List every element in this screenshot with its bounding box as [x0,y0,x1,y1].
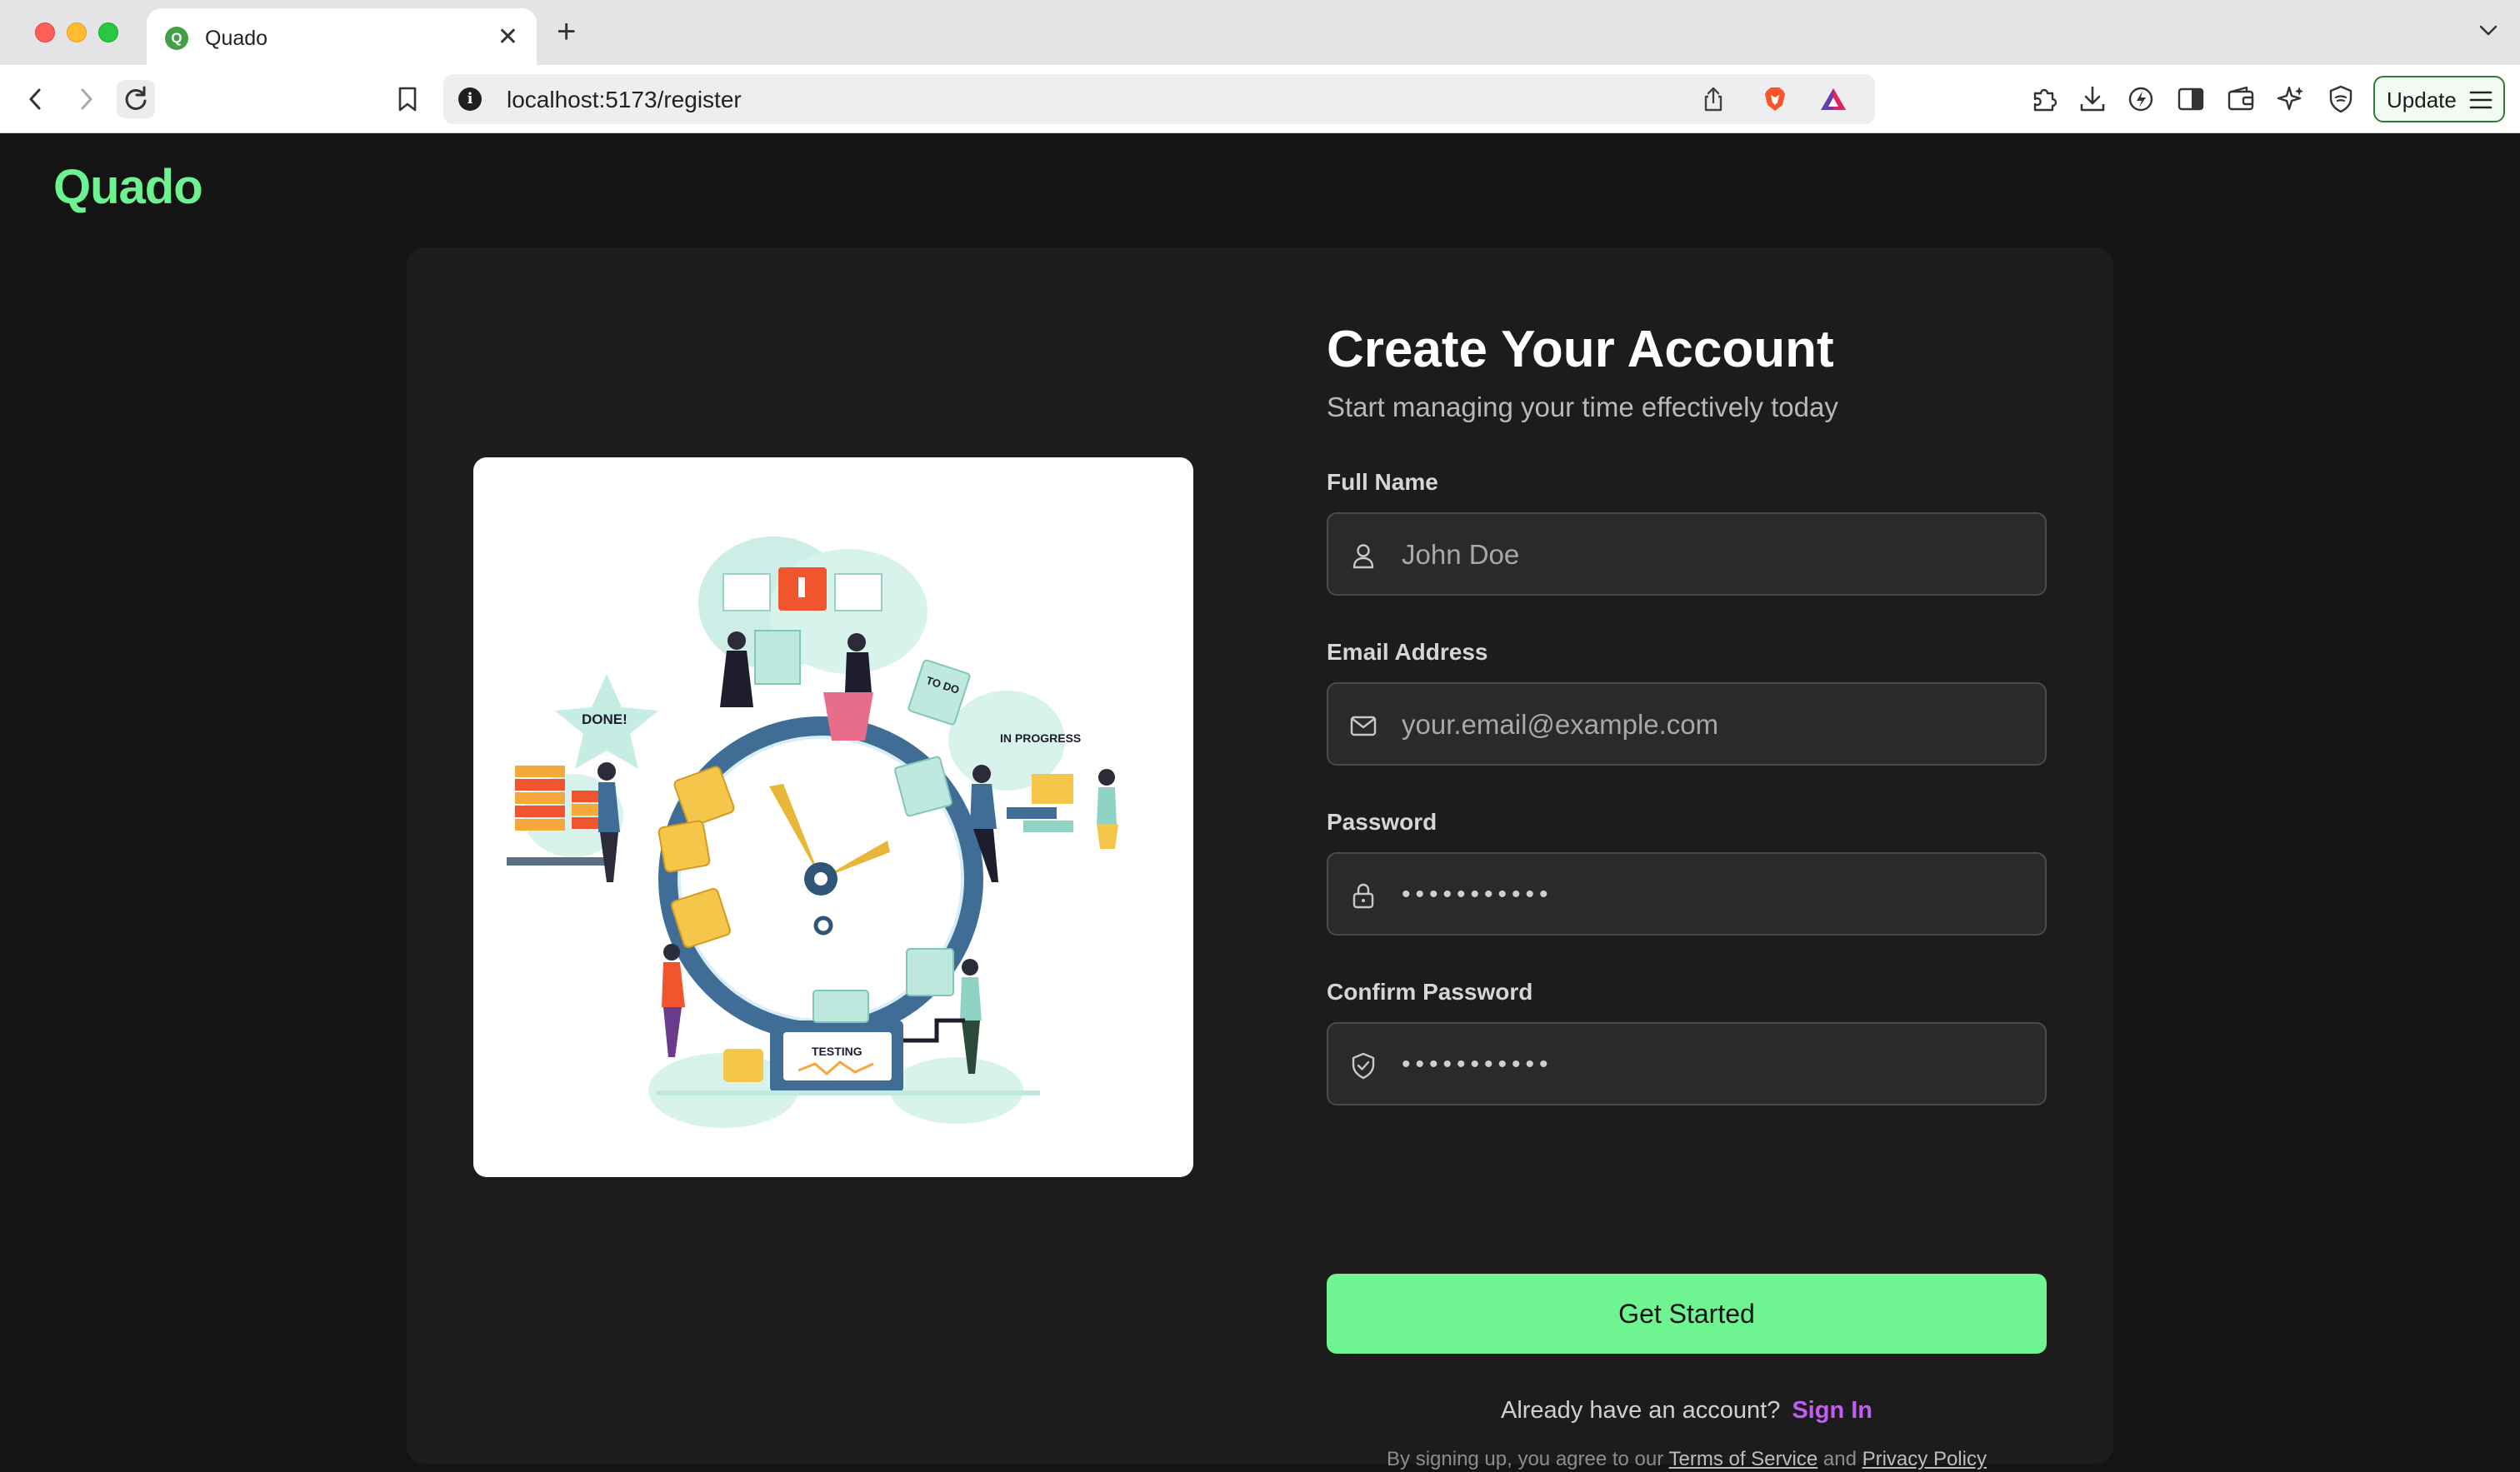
signin-prompt: Already have an account? [1500,1397,1781,1424]
update-button-label: Update [2387,87,2457,112]
address-bar[interactable]: i localhost:5173/register [443,74,1875,124]
page-subtitle: Start managing your time effectively tod… [1327,392,1838,422]
illustration-label-done: DONE! [582,711,628,727]
window-close-button[interactable] [35,22,55,42]
email-input[interactable] [1402,704,2018,746]
user-icon [1352,544,1374,569]
speedreader-icon[interactable] [2123,82,2158,117]
email-label: Email Address [1327,639,1488,665]
page-body: Quado DONE! TO DO IN PROGRESS TESTING Cr… [0,134,2520,1470]
wallet-icon[interactable] [2223,82,2258,117]
extensions-puzzle-icon[interactable] [2027,82,2062,117]
terms-and: and [1822,1448,1857,1470]
signin-link[interactable]: Sign In [1792,1397,1872,1424]
signin-row: Already have an account? Sign In [1327,1395,2047,1425]
url-text[interactable]: localhost:5173/register [507,87,742,112]
lock-icon [1352,883,1374,909]
tab-favicon-icon: Q [165,27,188,50]
terms-prefix: By signing up, you agree to our [1387,1448,1664,1470]
confirm-password-input[interactable] [1402,1044,2018,1085]
share-icon[interactable] [1698,84,1728,114]
back-arrow-icon[interactable] [17,80,55,118]
shield-check-icon [1352,1052,1375,1080]
illustration-panel: DONE! TO DO IN PROGRESS TESTING [473,457,1193,1177]
forward-arrow-icon[interactable] [67,80,105,118]
illustration-label-testing: TESTING [812,1045,862,1058]
time-management-illustration: DONE! TO DO IN PROGRESS TESTING [507,536,1118,1128]
browser-tab-strip: Q Quado ✕ + [0,0,2520,65]
tab-list-chevron-icon[interactable] [2475,17,2502,43]
window-zoom-button[interactable] [98,22,118,42]
password-label: Password [1327,809,1438,835]
bookmark-icon[interactable] [388,80,427,118]
new-tab-button[interactable]: + [557,13,576,50]
browser-tab-active[interactable]: Q Quado ✕ [147,8,537,65]
password-field[interactable] [1327,852,2047,936]
reload-icon[interactable] [117,80,155,118]
password-input[interactable] [1402,874,2018,916]
tab-title: Quado [205,27,268,50]
mail-icon [1350,716,1377,736]
full-name-input[interactable] [1402,534,2018,576]
download-icon[interactable] [2075,82,2110,117]
browser-toolbar: i localhost:5173/register Update [0,65,2520,133]
sidebar-icon[interactable] [2173,82,2208,117]
illustration-label-in-progress: IN PROGRESS [1000,731,1081,745]
confirm-password-label: Confirm Password [1327,979,1533,1005]
page-title: Create Your Account [1327,321,1834,378]
vpn-shield-icon[interactable] [2323,82,2358,117]
update-button[interactable]: Update [2373,76,2505,122]
brand-logo[interactable]: Quado [53,159,203,216]
terms-of-service-link[interactable]: Terms of Service [1668,1448,1818,1470]
email-field[interactable] [1327,682,2047,766]
full-name-field[interactable] [1327,512,2047,596]
leo-ai-sparkle-icon[interactable] [2273,82,2308,117]
tab-close-icon[interactable]: ✕ [498,23,518,52]
confirm-password-field[interactable] [1327,1022,2047,1105]
brave-rewards-icon[interactable] [1818,84,1848,114]
hamburger-menu-icon [2469,91,2492,109]
site-info-icon[interactable]: i [458,87,482,111]
terms-notice: By signing up, you agree to our Terms of… [1327,1447,2047,1472]
window-minimize-button[interactable] [67,22,87,42]
full-name-label: Full Name [1327,469,1438,495]
privacy-policy-link[interactable]: Privacy Policy [1862,1448,1987,1470]
register-card: DONE! TO DO IN PROGRESS TESTING Create Y… [407,247,2113,1470]
get-started-button[interactable]: Get Started [1327,1274,2047,1354]
brave-shields-icon[interactable] [1760,84,1790,114]
